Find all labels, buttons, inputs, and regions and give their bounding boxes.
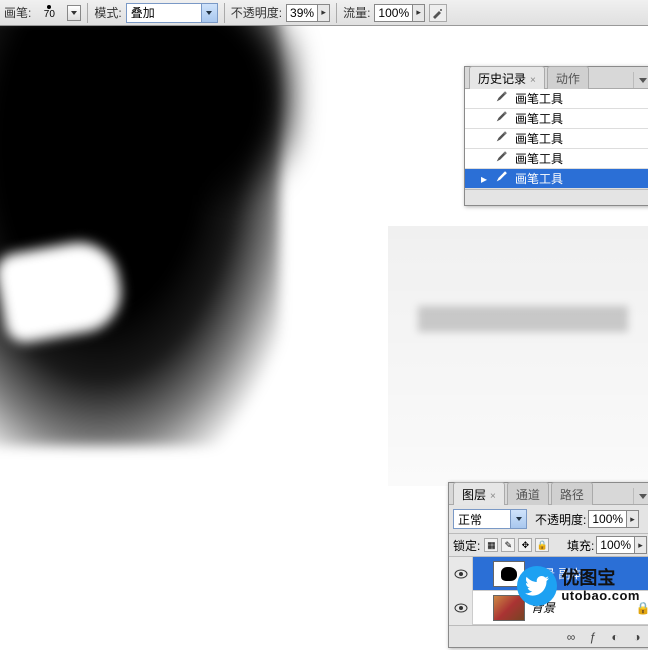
close-icon[interactable]: ×: [530, 75, 536, 86]
history-item[interactable]: 画笔工具: [465, 109, 648, 129]
fill-input[interactable]: 100%: [596, 536, 647, 554]
history-item-label: 画笔工具: [515, 170, 563, 187]
history-item[interactable]: 画笔工具: [465, 129, 648, 149]
history-panel: 历史记录× 动作 画笔工具画笔工具画笔工具画笔工具▸画笔工具: [464, 66, 648, 206]
arrow-icon: [634, 537, 646, 553]
logo-url: utobao.com: [561, 589, 640, 603]
blend-mode-value: 叠加: [127, 4, 161, 21]
opacity-input[interactable]: 39%: [286, 4, 330, 22]
lock-buttons: ▦ ✎ ✥ 🔒: [484, 538, 549, 552]
visibility-toggle[interactable]: [449, 591, 473, 625]
separator: [336, 3, 337, 23]
visibility-toggle[interactable]: [449, 557, 473, 591]
tab-history[interactable]: 历史记录×: [469, 66, 545, 89]
history-marker: ▸: [479, 172, 489, 186]
history-item[interactable]: 画笔工具: [465, 149, 648, 169]
lock-label: 锁定:: [453, 537, 480, 554]
history-item[interactable]: ▸ 画笔工具: [465, 169, 648, 189]
history-item[interactable]: 画笔工具: [465, 89, 648, 109]
airbrush-toggle[interactable]: [429, 4, 447, 22]
history-item-label: 画笔工具: [515, 150, 563, 167]
separator: [224, 3, 225, 23]
link-layers-icon[interactable]: ∞: [563, 629, 579, 645]
logo-name: 优图宝: [561, 569, 640, 589]
history-item-label: 画笔工具: [515, 130, 563, 147]
layers-footer: ∞ ƒ ◐ ◑: [449, 625, 648, 647]
layers-panel: 图层× 通道 路径 正常 不透明度: 100% 锁定: ▦ ✎ ✥ 🔒 填充:: [448, 482, 648, 648]
flow-label: 流量:: [343, 4, 370, 21]
brush-preset-preview[interactable]: 70: [35, 5, 63, 20]
lock-all-icon[interactable]: 🔒: [535, 538, 549, 552]
arrow-icon: [317, 5, 329, 21]
lock-position-icon[interactable]: ✥: [518, 538, 532, 552]
canvas-content: [0, 16, 280, 446]
watermark-logo: 优图宝 utobao.com: [517, 566, 640, 606]
history-item-label: 画笔工具: [515, 90, 563, 107]
tab-channels[interactable]: 通道: [507, 482, 549, 505]
brush-tool-icon: [495, 110, 509, 127]
lock-pixels-icon[interactable]: ✎: [501, 538, 515, 552]
chevron-down-icon: [510, 510, 526, 528]
flow-value: 100%: [375, 6, 412, 20]
opacity-label: 不透明度:: [231, 4, 282, 21]
panel-menu-icon[interactable]: [633, 488, 648, 504]
layer-opacity-label: 不透明度:: [535, 511, 586, 528]
layer-blend-mode-select[interactable]: 正常: [453, 509, 527, 529]
flow-input[interactable]: 100%: [374, 4, 425, 22]
tab-actions[interactable]: 动作: [547, 66, 589, 89]
canvas-content: [418, 306, 628, 332]
tab-paths[interactable]: 路径: [551, 482, 593, 505]
mask-icon[interactable]: ◐: [607, 629, 623, 645]
brush-size-value: 70: [44, 9, 55, 20]
blend-mode-select[interactable]: 叠加: [126, 3, 218, 23]
arrow-icon: [626, 511, 638, 527]
panel-tabs: 图层× 通道 路径: [449, 483, 648, 505]
brush-tool-icon: [495, 150, 509, 167]
chevron-down-icon: [201, 4, 217, 22]
layer-opacity-input[interactable]: 100%: [588, 510, 639, 528]
panel-footer: [465, 189, 648, 205]
brush-preset-dropdown[interactable]: [67, 5, 81, 21]
canvas-content: [388, 226, 648, 486]
layer-lock-row: 锁定: ▦ ✎ ✥ 🔒 填充: 100%: [449, 534, 648, 557]
panel-menu-icon[interactable]: [633, 72, 648, 88]
lock-transparent-icon[interactable]: ▦: [484, 538, 498, 552]
panel-tabs: 历史记录× 动作: [465, 67, 648, 89]
brush-label: 画笔:: [4, 4, 31, 21]
adjustment-icon[interactable]: ◑: [629, 629, 645, 645]
options-toolbar: 画笔: 70 模式: 叠加 不透明度: 39% 流量: 100%: [0, 0, 648, 26]
brush-tool-icon: [495, 130, 509, 147]
mode-label: 模式:: [94, 4, 121, 21]
history-item-label: 画笔工具: [515, 110, 563, 127]
fx-icon[interactable]: ƒ: [585, 629, 601, 645]
opacity-value: 39%: [287, 6, 317, 20]
tab-layers[interactable]: 图层×: [453, 482, 505, 505]
fill-label: 填充:: [567, 537, 594, 554]
arrow-icon: [412, 5, 424, 21]
bird-icon: [517, 566, 557, 606]
layer-options-row: 正常 不透明度: 100%: [449, 505, 648, 534]
brush-tool-icon: [495, 90, 509, 107]
brush-tool-icon: [495, 170, 509, 187]
separator: [87, 3, 88, 23]
close-icon[interactable]: ×: [490, 491, 496, 502]
history-list: 画笔工具画笔工具画笔工具画笔工具▸画笔工具: [465, 89, 648, 189]
